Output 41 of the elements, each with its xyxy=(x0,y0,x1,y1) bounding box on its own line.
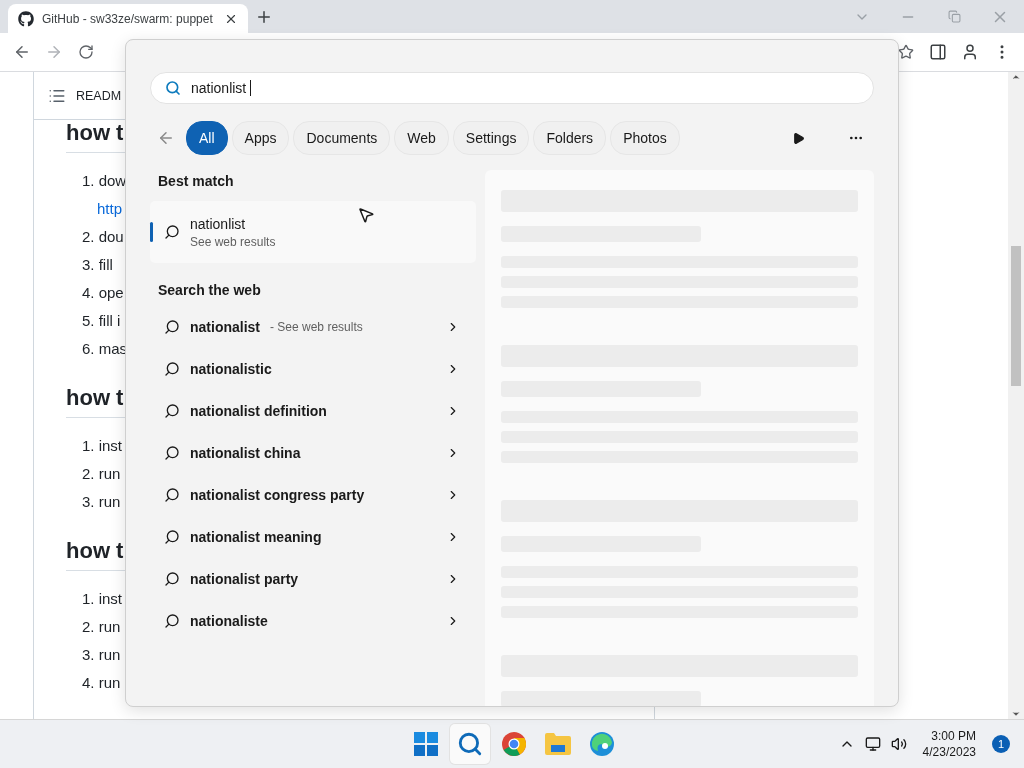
clock-time: 3:00 PM xyxy=(931,728,976,744)
clock-date: 4/23/2023 xyxy=(922,744,976,760)
filter-tab[interactable]: Apps xyxy=(231,121,290,155)
list-item: 2. run xyxy=(81,617,121,637)
filter-tab[interactable]: Settings xyxy=(452,121,530,155)
suggestion[interactable]: nationalist definition xyxy=(190,403,327,419)
suggestion[interactable]: nationalist party xyxy=(190,571,299,587)
suggestion-hint: - See web results xyxy=(270,320,363,334)
suggestion[interactable]: nationalist congress party xyxy=(190,487,365,503)
link[interactable]: http xyxy=(66,195,123,223)
group-label: Search the web xyxy=(157,281,261,298)
browser-tab[interactable]: GitHub - sw33ze/swarm: puppet xyxy=(8,4,248,33)
list-item: 4. run xyxy=(81,673,121,693)
result-title: nationlist xyxy=(190,215,247,232)
list-item: 2. dou xyxy=(81,227,124,247)
filter-tab[interactable]: Photos xyxy=(610,121,680,155)
result-subtitle: See web results xyxy=(190,234,276,249)
notification-badge[interactable]: 1 xyxy=(992,735,1010,753)
list-item: 4. ope xyxy=(81,283,124,303)
list-item: 3. run xyxy=(81,492,121,512)
suggestion[interactable]: nationaliste xyxy=(190,613,268,629)
filter-tab[interactable]: Web xyxy=(394,121,449,155)
list-item: 6. mas xyxy=(81,339,127,359)
suggestion[interactable]: nationalistic xyxy=(190,361,272,377)
list-item: 1. inst xyxy=(81,436,123,456)
suggestion[interactable]: nationalist xyxy=(190,319,260,335)
readme-label: READM xyxy=(76,88,122,103)
group-label: Best match xyxy=(157,172,234,189)
list-item: 1. dow xyxy=(81,171,127,191)
list-item: 5. fill i xyxy=(81,311,121,331)
list-item: 2. run xyxy=(81,464,121,484)
filter-tab[interactable]: Folders xyxy=(533,121,607,155)
search-field[interactable]: nationlist xyxy=(150,72,874,104)
list-item: 3. run xyxy=(81,645,121,665)
filter-tab[interactable]: Documents xyxy=(293,121,391,155)
best-match-item[interactable]: nationlist See web results xyxy=(150,201,476,263)
tab-title: GitHub - sw33ze/swarm: puppet xyxy=(42,11,214,26)
list-item: 1. inst xyxy=(81,589,123,609)
filter-tab[interactable]: All xyxy=(186,121,228,155)
list-item: 3. fill xyxy=(81,255,113,275)
suggestion[interactable]: nationalist china xyxy=(190,445,301,461)
